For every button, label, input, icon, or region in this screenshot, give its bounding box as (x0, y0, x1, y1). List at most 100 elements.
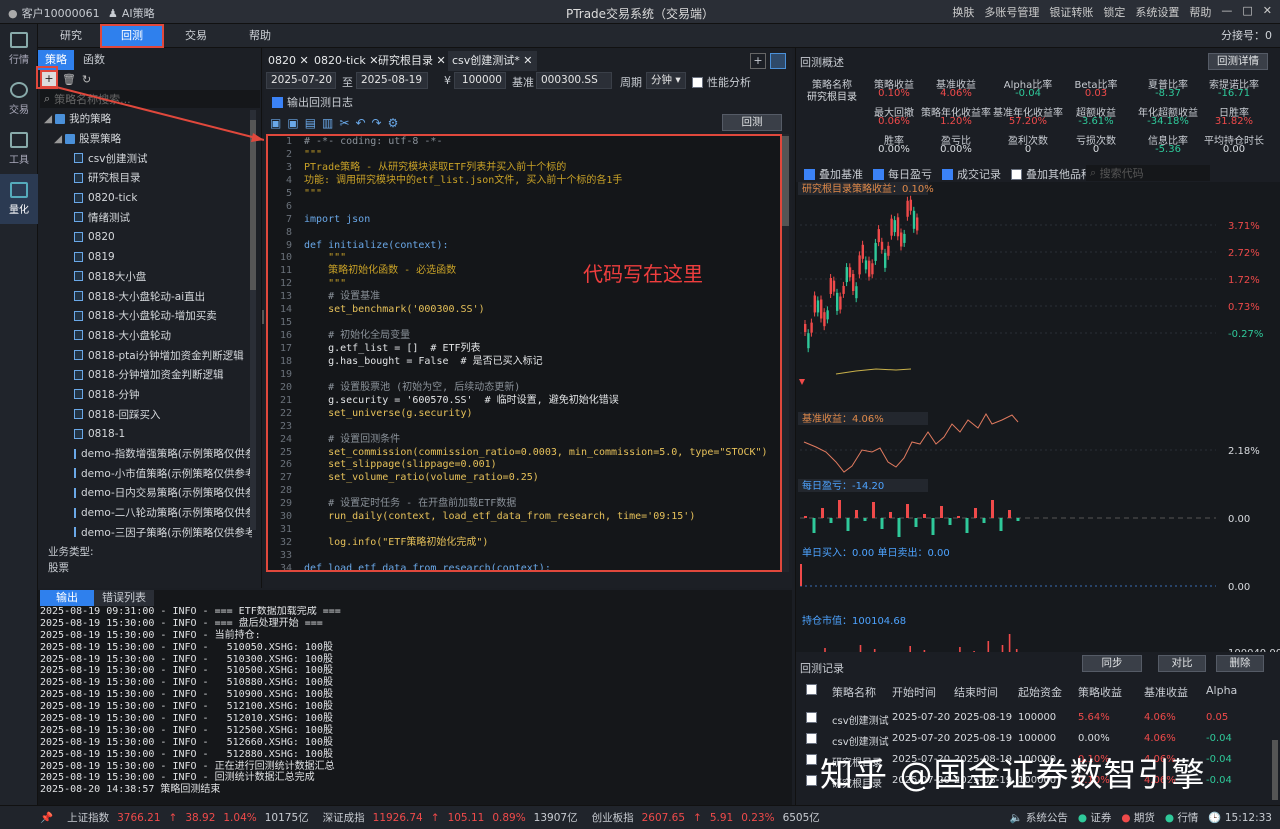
table-scrollbar[interactable] (1272, 740, 1278, 800)
notice-link[interactable]: 🔈 系统公告 (1009, 810, 1067, 825)
editor-tab-csv[interactable]: csv创建测试* ✕ (448, 51, 537, 71)
holding-bar (824, 648, 826, 652)
paste-icon[interactable]: ▥ (322, 116, 333, 130)
perf-checkbox[interactable]: 性能分析 (692, 74, 751, 90)
tab-output[interactable]: 输出 (40, 590, 94, 606)
line-number: 15 (279, 317, 292, 329)
code-text: # 设置定时任务 - 在开盘前加载ETF数据 (304, 498, 517, 510)
code-text: 策略初始化函数 - 必选函数 (304, 265, 457, 277)
save-icon[interactable]: ▣ (270, 116, 281, 130)
fullscreen-icon[interactable] (770, 53, 786, 69)
stat-value: -5.36 (1155, 144, 1181, 155)
console-line: 2025-08-19 15:30:00 - INFO - 510880.XSHG… (40, 677, 333, 689)
conn-market[interactable]: ● 行情 (1165, 810, 1199, 825)
code-text: set_volume_ratio(volume_ratio=0.25) (304, 472, 539, 484)
start-date-input[interactable]: 2025-07-20 (266, 72, 336, 89)
code-text: # 设置股票池 (初始为空, 后续动态更新) (304, 381, 521, 393)
end-date-input[interactable]: 2025-08-19 (356, 72, 428, 89)
editor-tab-research[interactable]: 研究根目录 ✕ (378, 51, 446, 71)
check-daily[interactable]: 每日盈亏 (873, 166, 932, 182)
close-icon[interactable]: ✕ (523, 54, 532, 67)
cut-icon[interactable]: ✂ (339, 116, 349, 130)
code-search-input[interactable]: ⌕ 搜索代码 (1086, 165, 1210, 181)
pnl-bar (948, 518, 952, 525)
pnl-bar (914, 518, 918, 527)
code-text: def load_etf_data_from_research(context)… (304, 562, 551, 572)
code-line: 28 (268, 485, 780, 498)
check-other[interactable]: 叠加其他品种 (1011, 166, 1092, 182)
index-ticker[interactable]: 上证指数 3766.21 ↑ 38.92 1.04% 10175亿 (67, 810, 309, 825)
close-icon[interactable]: ✕ (300, 54, 309, 67)
axis-tick: 2.72% (1228, 248, 1260, 259)
pnl-bar (821, 508, 824, 518)
select-all-checkbox[interactable] (806, 684, 817, 695)
compare-button[interactable]: 对比 (1158, 655, 1206, 672)
editor-toolbar: ▣ ▣ ▤ ▥ ✂ ↶ ↷ ⚙ (270, 116, 398, 130)
index-name: 创业板指 (591, 812, 634, 824)
index-value: 11926.74 (372, 811, 423, 824)
row-checkbox[interactable] (806, 712, 817, 723)
table-row[interactable]: csv创建测试 2025-07-20 2025-08-19 100000 0.00% 4.… (796, 729, 1270, 749)
code-annotation: 代码写在这里 (583, 262, 703, 286)
checkbox[interactable] (692, 76, 703, 88)
pnl-bar (863, 518, 867, 521)
status-bar: 📌 上证指数 3766.21 ↑ 38.92 1.04% 10175亿 深证成指 11926.… (0, 805, 1280, 829)
chart-label: 持仓市值：100104.68 (802, 614, 906, 627)
save-as-icon[interactable]: ▣ (287, 116, 298, 130)
code-line: 4 功能: 调用研究模块中的etf_list.json文件, 买入前十个标的各1手 (268, 175, 780, 188)
editor-tab-0820-tick[interactable]: 0820-tick ✕ (314, 51, 378, 71)
close-icon[interactable]: ✕ (437, 54, 446, 67)
run-backtest-button[interactable]: 回测 (722, 114, 782, 131)
axis-tick: 3.71% (1228, 221, 1260, 232)
row-checkbox[interactable] (806, 754, 817, 765)
conn-futures[interactable]: ● 期货 (1121, 810, 1155, 825)
check-trades[interactable]: 成交记录 (942, 166, 1001, 182)
delete-button[interactable]: 删除 (1216, 655, 1264, 672)
conn-securities[interactable]: ● 证券 (1078, 810, 1112, 825)
code-text: 功能: 调用研究模块中的etf_list.json文件, 买入前十个标的各1手 (304, 174, 623, 186)
copy-icon[interactable]: ▤ (305, 116, 316, 130)
row-checkbox[interactable] (806, 733, 817, 744)
detail-button[interactable]: 回测详情 (1208, 53, 1268, 70)
code-editor[interactable]: 1 # -*- coding: utf-8 -*- 2 """ 3 PTrade策略 - … (266, 134, 782, 572)
code-line: 24 # 设置回测条件 (268, 434, 780, 447)
index-ticker[interactable]: 深证成指 11926.74 ↑ 105.11 0.89% 13907亿 (323, 810, 578, 825)
code-line: 19 (268, 369, 780, 382)
line-number: 13 (279, 291, 292, 303)
line-number: 31 (279, 524, 292, 536)
check-bench[interactable]: 叠加基准 (804, 166, 863, 182)
index-ticker[interactable]: 创业板指 2607.65 ↑ 5.91 0.23% 6505亿 (592, 810, 820, 825)
pnl-bar (829, 518, 833, 523)
pnl-bar (974, 508, 977, 518)
index-pct: 1.04% (223, 811, 257, 824)
period-select[interactable]: 分钟 ▾ (646, 72, 686, 89)
editor-tab-0820[interactable]: 0820 ✕ (268, 51, 309, 71)
table-cell: 2025-07-20 (892, 712, 951, 723)
tab-errors[interactable]: 错误列表 (94, 590, 154, 606)
undo-icon[interactable]: ↶ (355, 116, 365, 130)
table-row[interactable]: csv创建测试 2025-07-20 2025-08-19 100000 5.64% 4.… (796, 708, 1270, 728)
pin-icon[interactable]: 📌 (40, 811, 53, 824)
code-line: 8 (268, 227, 780, 240)
stat-value: 0 (1024, 144, 1032, 155)
index-amount: 6505亿 (782, 812, 820, 824)
capital-input[interactable]: 100000 (454, 72, 506, 89)
bench-input[interactable]: 000300.SS (536, 72, 612, 89)
candle-body (884, 252, 887, 268)
row-checkbox[interactable] (806, 775, 817, 786)
checkbox[interactable] (272, 96, 283, 108)
log-checkbox[interactable]: 输出回测日志 (272, 94, 353, 110)
up-arrow-icon: ↑ (168, 811, 178, 824)
candle-body (877, 229, 880, 243)
add-tab-icon[interactable]: + (750, 53, 766, 69)
code-scrollbar[interactable] (782, 134, 789, 572)
table-cell: -0.04 (1206, 733, 1232, 744)
candle-body (858, 255, 861, 275)
console-line: 2025-08-19 15:30:00 - INFO - 510300.XSHG… (40, 653, 333, 665)
settings-icon[interactable]: ⚙ (388, 116, 399, 130)
line-number: 2 (285, 148, 292, 160)
sync-button[interactable]: 同步 (1082, 655, 1142, 672)
table-cell: 0.00% (1078, 733, 1110, 744)
code-line: 18 g.has_bought = False # 是否已买入标记 (268, 356, 780, 369)
redo-icon[interactable]: ↷ (372, 116, 382, 130)
